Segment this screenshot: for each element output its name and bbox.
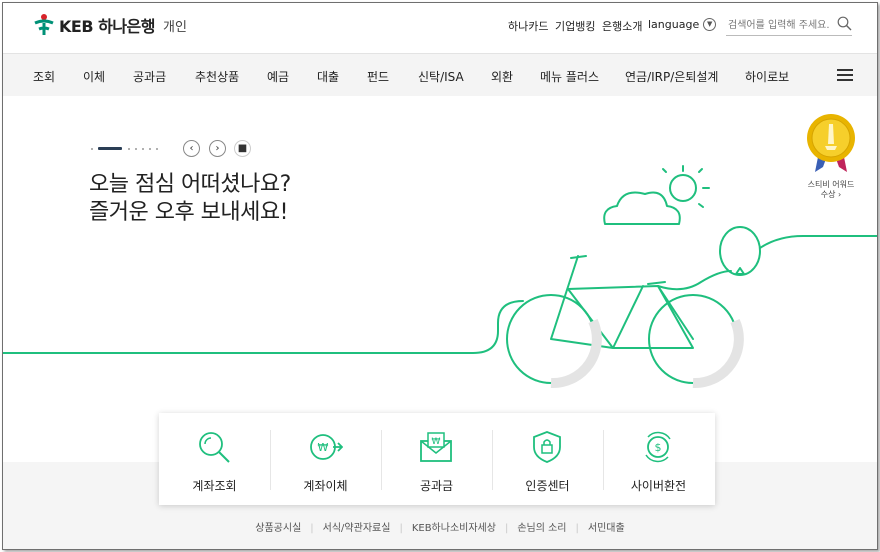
hero-headline-line2: 즐거운 오후 보내세요!	[89, 200, 288, 225]
quick-label: 인증센터	[525, 479, 570, 493]
hero-headline-line1: 오늘 점심 어떠셨나요?	[89, 172, 291, 197]
search-icon[interactable]	[837, 16, 852, 31]
quick-certificate-center[interactable]: 인증센터	[492, 413, 603, 505]
quick-label: 공과금	[419, 479, 454, 493]
util-link-hanacard[interactable]: 하나카드	[508, 18, 548, 34]
slide-dot[interactable]	[156, 147, 158, 150]
quick-account-transfer[interactable]: ₩ 계좌이체	[270, 413, 381, 505]
chevron-down-icon: ▼	[703, 18, 717, 31]
quick-label: 계좌이체	[303, 479, 348, 493]
svg-text:$: $	[655, 441, 662, 454]
footer-link-product-disclosure[interactable]: 상품공시실	[255, 523, 301, 534]
main-nav: 조회 이체 공과금 추천상품 예금 대출 펀드 신탁/ISA 외환 메뉴 플러스…	[3, 53, 877, 97]
slide-dot[interactable]	[91, 147, 93, 150]
hero-headline: 오늘 점심 어떠셨나요? 즐거운 오후 보내세요!	[89, 171, 291, 227]
nav-item-inquiry[interactable]: 조회	[33, 68, 55, 85]
language-selector[interactable]: language ▼	[648, 18, 717, 31]
stevie-award-badge[interactable]: 스티비 어워드 수상 ›	[791, 112, 871, 200]
slide-indicator	[91, 147, 163, 150]
nav-item-hairobo[interactable]: 하이로보	[745, 68, 789, 85]
logo[interactable]: KEB 하나은행 개인	[33, 13, 187, 37]
award-text-line2: 수상 ›	[820, 190, 842, 199]
award-text-line1: 스티비 어워드	[807, 180, 855, 189]
magnifier-icon	[199, 432, 230, 463]
separator: |	[310, 523, 314, 534]
util-link-corporate-banking[interactable]: 기업뱅킹	[555, 18, 595, 34]
svg-text:₩: ₩	[318, 441, 329, 454]
quick-label: 계좌조회	[192, 479, 237, 493]
nav-item-recommended[interactable]: 추천상품	[195, 68, 239, 85]
search-input[interactable]	[726, 15, 832, 36]
quick-cyber-exchange[interactable]: $ 사이버환전	[603, 413, 714, 505]
lock-icon	[533, 431, 561, 463]
footer-links: 상품공시실 | 서식/약관자료실 | KEB하나소비자세상 | 손님의 소리 | 서민대출	[3, 519, 877, 534]
nav-item-transfer[interactable]: 이체	[83, 68, 105, 85]
hero-banner: ‹ › ■ 오늘 점심 어떠셨나요? 즐거운 오후 보내세요! 스티비 어워드 …	[3, 96, 877, 462]
svg-text:₩: ₩	[432, 437, 441, 447]
dollar-exchange-icon: $	[645, 431, 671, 463]
footer-link-forms-terms[interactable]: 서식/약관자료실	[323, 523, 391, 534]
bicycle-balloon-illustration	[3, 165, 877, 389]
quick-utility-bills[interactable]: ₩ 공과금	[381, 413, 492, 505]
next-slide-icon[interactable]: ›	[209, 140, 226, 157]
award-medal-icon	[807, 114, 855, 172]
search-box	[726, 13, 852, 36]
browser-viewport: KEB 하나은행 개인 하나카드 기업뱅킹 은행소개 language ▼ 조회…	[2, 2, 878, 550]
nav-item-fund[interactable]: 펀드	[367, 68, 389, 85]
slide-dot[interactable]	[128, 147, 130, 150]
separator: |	[504, 523, 509, 534]
keb-hana-logo-icon	[34, 14, 54, 35]
nav-item-loan[interactable]: 대출	[317, 68, 339, 85]
language-label: language	[648, 18, 700, 31]
util-link-bank-intro[interactable]: 은행소개	[602, 18, 642, 34]
slide-dot[interactable]	[149, 147, 151, 150]
nav-item-deposit[interactable]: 예금	[267, 68, 289, 85]
won-envelope-icon: ₩	[420, 432, 452, 462]
site-header: KEB 하나은행 개인 하나카드 기업뱅킹 은행소개 language ▼	[3, 3, 877, 53]
won-transfer-icon: ₩	[310, 434, 343, 460]
nav-item-menu-plus[interactable]: 메뉴 플러스	[540, 68, 599, 85]
separator: |	[575, 523, 579, 534]
prev-slide-icon[interactable]: ‹	[183, 140, 200, 157]
footer-link-customer-voice[interactable]: 손님의 소리	[517, 523, 566, 534]
footer-link-low-income-loan[interactable]: 서민대출	[588, 523, 625, 534]
nav-item-utility-bills[interactable]: 공과금	[133, 68, 166, 85]
quick-menu: 계좌조회 ₩ 계좌이체 ₩ 공과금 인증센터 $ 사이버환전	[159, 413, 715, 505]
slide-dot[interactable]	[142, 147, 144, 150]
footer-link-consumer-world[interactable]: KEB하나소비자세상	[412, 523, 496, 534]
quick-account-inquiry[interactable]: 계좌조회	[159, 413, 270, 505]
nav-item-trust-isa[interactable]: 신탁/ISA	[418, 68, 464, 85]
slide-dot[interactable]	[135, 147, 137, 150]
quick-label: 사이버환전	[630, 479, 687, 493]
nav-item-pension[interactable]: 연금/IRP/은퇴설계	[625, 68, 718, 85]
pause-icon[interactable]: ■	[234, 140, 251, 157]
slide-dot-active[interactable]	[98, 147, 122, 150]
hamburger-menu-icon[interactable]	[837, 69, 853, 82]
separator: |	[399, 523, 403, 534]
logo-sub-personal[interactable]: 개인	[163, 16, 187, 35]
logo-text: KEB 하나은행	[59, 17, 155, 36]
nav-item-forex[interactable]: 외환	[491, 68, 513, 85]
